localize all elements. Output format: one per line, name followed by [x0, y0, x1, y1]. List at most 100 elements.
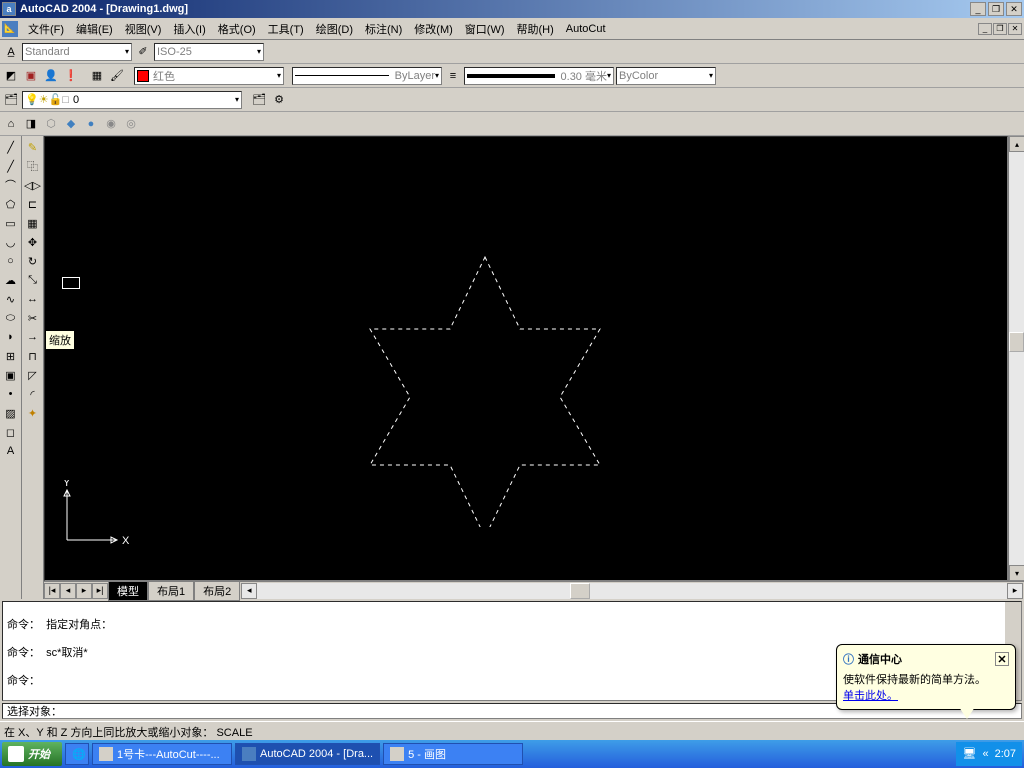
tab-layout1[interactable]: 布局1 [148, 581, 194, 601]
tab-first-button[interactable]: |◂ [44, 583, 60, 599]
offset-tool[interactable]: ⊏ [24, 195, 42, 213]
mdi-restore-button[interactable]: ❐ [993, 23, 1007, 35]
prop-btn-2[interactable]: ▣ [22, 67, 40, 85]
start-button[interactable]: 开始 [2, 742, 62, 766]
view-front-icon[interactable]: ◎ [122, 115, 140, 133]
rotate-tool[interactable]: ↻ [24, 252, 42, 270]
revcloud-tool[interactable]: ☁ [2, 271, 20, 289]
menu-insert[interactable]: 插入(I) [167, 19, 211, 39]
tray-expand-button[interactable]: « [982, 748, 988, 760]
prop-btn-4[interactable]: ❗ [62, 67, 80, 85]
comm-link[interactable]: 单击此处。 [843, 690, 898, 702]
xline-tool[interactable]: ╱ [2, 157, 20, 175]
tab-prev-button[interactable]: ◂ [60, 583, 76, 599]
prop-btn-3[interactable]: 👤 [42, 67, 60, 85]
quick-launch-ie[interactable]: 🌐 [65, 743, 89, 765]
chamfer-tool[interactable]: ◸ [24, 366, 42, 384]
tab-next-button[interactable]: ▸ [76, 583, 92, 599]
menu-autocut[interactable]: AutoCut [560, 21, 612, 37]
mdi-minimize-button[interactable]: _ [978, 23, 992, 35]
prop-btn-1[interactable]: ◩ [2, 67, 20, 85]
clock[interactable]: 2:07 [995, 748, 1016, 760]
move-tool[interactable]: ✥ [24, 233, 42, 251]
menu-format[interactable]: 格式(O) [212, 19, 262, 39]
make-block-tool[interactable]: ▣ [2, 366, 20, 384]
layer-combo[interactable]: 💡 ☀ 🔓 □ 0 ▾ [22, 91, 242, 109]
scroll-up-button[interactable]: ▴ [1009, 136, 1024, 152]
vertical-scrollbar[interactable]: ▴ ▾ [1008, 136, 1024, 581]
text-style-combo[interactable]: Standard▾ [22, 43, 132, 61]
task-item-1[interactable]: 1号卡---AutoCut----... [92, 743, 232, 765]
array-tool[interactable]: ▦ [24, 214, 42, 232]
tab-model[interactable]: 模型 [108, 581, 148, 601]
view-iso-ne-icon[interactable]: ◆ [62, 115, 80, 133]
scroll-right-button[interactable]: ▸ [1007, 583, 1023, 599]
view-3dorbit-icon[interactable]: ◉ [102, 115, 120, 133]
arc-tool[interactable]: ◡ [2, 233, 20, 251]
pline-tool[interactable]: ⌒ [2, 176, 20, 194]
tab-layout2[interactable]: 布局2 [194, 581, 240, 601]
qselect-icon[interactable]: ▦ [88, 67, 106, 85]
menu-edit[interactable]: 编辑(E) [70, 19, 119, 39]
insert-block-tool[interactable]: ⊞ [2, 347, 20, 365]
menu-help[interactable]: 帮助(H) [511, 19, 560, 39]
scale-tool[interactable]: ⤡ [24, 271, 42, 289]
layer-manager-icon[interactable]: 🗂 [2, 91, 20, 109]
plotstyle-combo[interactable]: ByColor▾ [616, 67, 716, 85]
dim-style-combo[interactable]: ISO-25▾ [154, 43, 264, 61]
view-iso-nw-icon[interactable]: ● [82, 115, 100, 133]
explode-tool[interactable]: ✦ [24, 404, 42, 422]
menu-view[interactable]: 视图(V) [119, 19, 168, 39]
layer-previous-icon[interactable]: 🗂 [250, 91, 268, 109]
stretch-tool[interactable]: ↔ [24, 290, 42, 308]
point-tool[interactable]: • [2, 385, 20, 403]
menu-modify[interactable]: 修改(M) [408, 19, 459, 39]
drawing-canvas[interactable]: 缩放 X Y [44, 136, 1008, 581]
text-tool[interactable]: A [2, 442, 20, 460]
mdi-close-button[interactable]: ✕ [1008, 23, 1022, 35]
lineweight-combo[interactable]: 0.30 毫米▾ [464, 67, 614, 85]
break-tool[interactable]: ⊓ [24, 347, 42, 365]
match-props-icon[interactable]: 🖌 [108, 67, 126, 85]
document-icon[interactable]: 📐 [2, 21, 18, 37]
comm-close-button[interactable]: ✕ [995, 652, 1009, 666]
minimize-button[interactable]: _ [970, 2, 986, 16]
menu-file[interactable]: 文件(F) [22, 19, 70, 39]
region-tool[interactable]: ◻ [2, 423, 20, 441]
color-combo[interactable]: 红色▾ [134, 67, 284, 85]
task-item-3[interactable]: 5 - 画图 [383, 743, 523, 765]
line-tool[interactable]: ╱ [2, 138, 20, 156]
task-item-2[interactable]: AutoCAD 2004 - [Dra... [235, 743, 380, 765]
view-top-icon[interactable]: ⌂ [2, 115, 20, 133]
scroll-thumb-v[interactable] [1009, 332, 1024, 352]
tray-icon-1[interactable]: 🖥 [962, 747, 976, 761]
scroll-thumb-h[interactable] [570, 583, 590, 599]
menu-tools[interactable]: 工具(T) [262, 19, 310, 39]
erase-tool[interactable]: ✎ [24, 138, 42, 156]
menu-draw[interactable]: 绘图(D) [310, 19, 359, 39]
fillet-tool[interactable]: ◜ [24, 385, 42, 403]
menu-dimension[interactable]: 标注(N) [359, 19, 408, 39]
view-iso-sw-icon[interactable]: ◨ [22, 115, 40, 133]
tab-last-button[interactable]: ▸| [92, 583, 108, 599]
hatch-tool[interactable]: ▨ [2, 404, 20, 422]
scroll-left-button[interactable]: ◂ [241, 583, 257, 599]
copy-tool[interactable]: ⿻ [24, 157, 42, 175]
linetype-manager-icon[interactable]: ≡ [444, 67, 462, 85]
view-iso-se-icon[interactable]: ⬡ [42, 115, 60, 133]
layer-states-icon[interactable]: ⚙ [270, 91, 288, 109]
scroll-down-button[interactable]: ▾ [1009, 565, 1024, 581]
dim-style-icon[interactable]: ✐ [134, 43, 152, 61]
extend-tool[interactable]: → [24, 328, 42, 346]
trim-tool[interactable]: ✂ [24, 309, 42, 327]
rectangle-tool[interactable]: ▭ [2, 214, 20, 232]
maximize-button[interactable]: ❐ [988, 2, 1004, 16]
circle-tool[interactable]: ○ [2, 252, 20, 270]
ellipse-tool[interactable]: ⬭ [2, 309, 20, 327]
ellipse-arc-tool[interactable]: ◗ [2, 328, 20, 346]
linetype-combo[interactable]: ByLayer▾ [292, 67, 442, 85]
spline-tool[interactable]: ∿ [2, 290, 20, 308]
horizontal-scrollbar[interactable]: ◂ ▸ [241, 583, 1023, 599]
menu-window[interactable]: 窗口(W) [459, 19, 511, 39]
mirror-tool[interactable]: ◁▷ [24, 176, 42, 194]
